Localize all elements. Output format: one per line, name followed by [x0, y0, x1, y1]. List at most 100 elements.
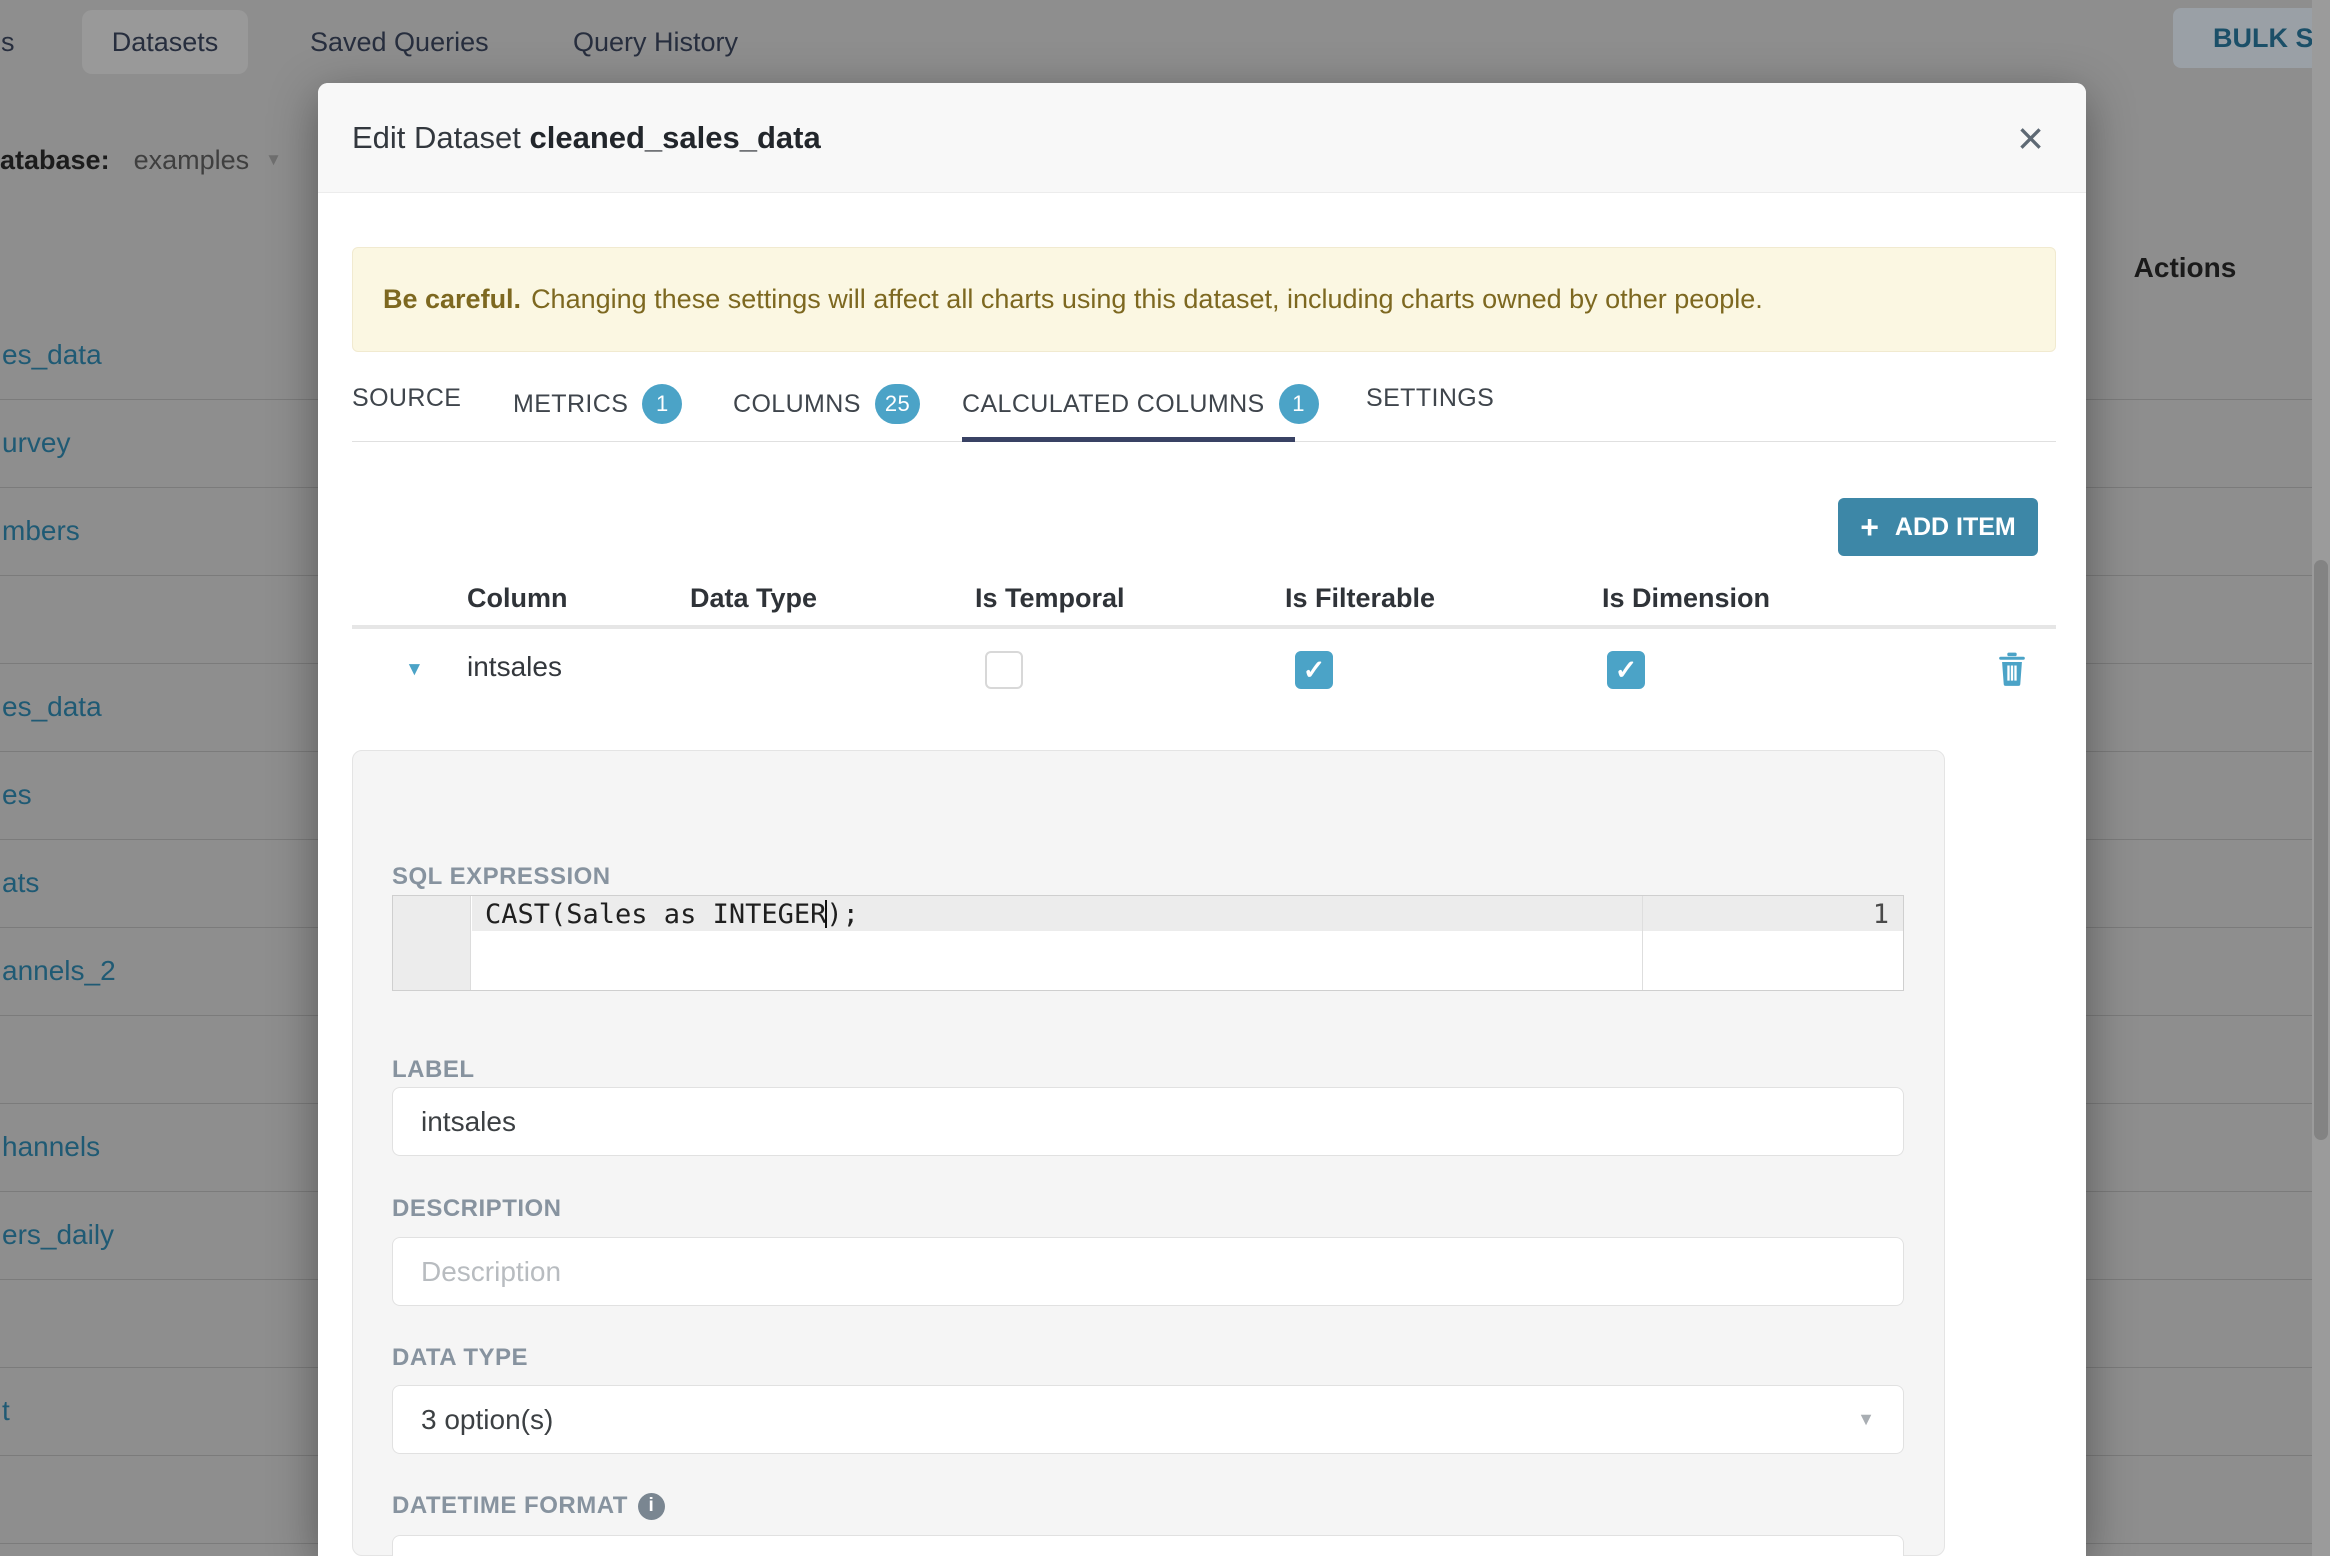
row-divider: [0, 927, 318, 928]
nav-tab-saved-queries[interactable]: Saved Queries: [310, 0, 489, 84]
nav-tab-partial[interactable]: es: [0, 0, 15, 84]
sql-editor[interactable]: 1 CAST(Sales as INTEGER);: [392, 895, 1904, 991]
field-label-text: LABEL: [392, 1056, 475, 1083]
dataset-link[interactable]: ers_daily: [2, 1215, 114, 1255]
dataset-link[interactable]: es: [2, 775, 32, 815]
column-header-column: Column: [467, 583, 568, 613]
field-label-text: SQL EXPRESSION: [392, 863, 611, 890]
field-label-text: DATA TYPE: [392, 1344, 529, 1371]
plus-icon: +: [1860, 509, 1879, 545]
dataset-link[interactable]: annels_2: [2, 951, 116, 991]
datetime-format-input[interactable]: [392, 1535, 1904, 1556]
field-label-text: DATETIME FORMAT: [392, 1492, 628, 1519]
actions-column-header: Actions: [2133, 252, 2237, 283]
row-divider: [0, 1015, 318, 1016]
row-divider: [2086, 1103, 2312, 1104]
row-divider: [2086, 487, 2312, 488]
warning-text: Changing these settings will affect all …: [531, 284, 1763, 314]
is-dimension-checkbox[interactable]: ✓: [1607, 651, 1645, 689]
sql-code: CAST(Sales as INTEGER);: [485, 899, 859, 930]
column-name: intsales: [467, 651, 562, 682]
database-filter[interactable]: atabase: examples ▼: [0, 142, 282, 178]
collapse-caret-icon[interactable]: ▼: [405, 659, 424, 681]
dataset-link[interactable]: es_data: [2, 687, 102, 727]
tab-label: SETTINGS: [1366, 384, 1495, 412]
info-icon[interactable]: i: [637, 1492, 665, 1520]
tab-label: COLUMNS: [733, 389, 861, 418]
row-divider: [0, 1103, 318, 1104]
table-header-rule: [352, 625, 2056, 629]
tab-columns[interactable]: COLUMNS 25: [733, 384, 921, 424]
row-divider: [2086, 751, 2312, 752]
tab-label: CALCULATED COLUMNS: [962, 389, 1265, 418]
add-item-button[interactable]: + ADD ITEM: [1838, 498, 2038, 556]
row-divider: [0, 1279, 318, 1280]
datetime-format-field-label: DATETIME FORMAT i: [392, 1492, 665, 1520]
chevron-down-icon: ▼: [1857, 1409, 1875, 1429]
nav-tab-query-history[interactable]: Query History: [573, 0, 738, 84]
warning-banner: Be careful. Changing these settings will…: [352, 247, 2056, 352]
database-label: atabase:: [0, 144, 110, 175]
data-type-select[interactable]: 3 option(s) ▼: [392, 1385, 1904, 1454]
screen: es Datasets Saved Queries Query History …: [0, 0, 2330, 1556]
modal-title-dataset-name: cleaned_sales_data: [529, 119, 821, 155]
bulk-select-button[interactable]: BULK SELE: [2173, 8, 2330, 68]
calculated-column-detail-panel: SQL EXPRESSION 1 CAST(Sales as INTEGER);…: [352, 750, 1945, 1556]
row-divider: [0, 1543, 318, 1544]
tab-calculated-columns[interactable]: CALCULATED COLUMNS 1: [962, 384, 1319, 424]
sql-expression-label: SQL EXPRESSION: [392, 863, 611, 891]
row-divider: [2086, 1191, 2312, 1192]
calculated-column-row: ▼ intsales ✓ ✓: [318, 639, 2086, 705]
tab-settings[interactable]: SETTINGS: [1366, 384, 1494, 413]
label-input[interactable]: [392, 1087, 1904, 1156]
column-header-is-temporal: Is Temporal: [975, 583, 1125, 613]
row-divider: [2086, 927, 2312, 928]
row-divider: [0, 1191, 318, 1192]
dataset-link[interactable]: es_data: [2, 335, 102, 375]
row-divider: [2086, 575, 2312, 576]
row-divider: [0, 663, 318, 664]
dataset-link[interactable]: hannels: [2, 1127, 100, 1167]
row-divider: [0, 839, 318, 840]
row-divider: [2086, 1015, 2312, 1016]
page-scrollbar[interactable]: [2312, 0, 2330, 1556]
modal-tabs: SOURCE METRICS 1 COLUMNS 25 CALCULATED C…: [318, 370, 2086, 445]
row-divider: [2086, 839, 2312, 840]
editor-gutter: [393, 896, 471, 990]
is-filterable-checkbox[interactable]: ✓: [1295, 651, 1333, 689]
nav-tab-datasets[interactable]: Datasets: [82, 10, 248, 74]
warning-bold: Be careful.: [383, 284, 522, 314]
delete-icon[interactable]: [1998, 652, 2026, 686]
is-temporal-checkbox[interactable]: [985, 651, 1023, 689]
row-divider: [2086, 663, 2312, 664]
tab-label: SOURCE: [352, 384, 462, 412]
dataset-link[interactable]: urvey: [2, 423, 70, 463]
active-tab-underline: [962, 437, 1295, 442]
row-divider: [0, 1367, 318, 1368]
description-input[interactable]: [392, 1237, 1904, 1306]
text-cursor: [825, 900, 827, 928]
tab-source[interactable]: SOURCE: [352, 384, 461, 413]
metrics-count-badge: 1: [642, 384, 683, 424]
database-value: examples: [133, 144, 250, 175]
modal-header: Edit Dataset cleaned_sales_data ×: [318, 83, 2086, 193]
calculated-columns-count-badge: 1: [1278, 384, 1319, 424]
tab-metrics[interactable]: METRICS 1: [513, 384, 683, 424]
row-divider: [0, 399, 318, 400]
label-field-label: LABEL: [392, 1056, 475, 1084]
row-divider: [2086, 1367, 2312, 1368]
scrollbar-thumb[interactable]: [2314, 560, 2328, 1140]
dataset-link[interactable]: ats: [2, 863, 39, 903]
row-divider: [0, 751, 318, 752]
columns-count-badge: 25: [874, 384, 921, 424]
dataset-link[interactable]: t: [2, 1391, 10, 1431]
row-divider: [2086, 399, 2312, 400]
line-number: 1: [1872, 899, 1889, 930]
row-divider: [2086, 1543, 2312, 1544]
chevron-down-icon: ▼: [265, 150, 282, 169]
close-icon[interactable]: ×: [2017, 115, 2044, 161]
row-divider: [2086, 1279, 2312, 1280]
modal-title: Edit Dataset cleaned_sales_data: [352, 120, 821, 156]
modal-title-prefix: Edit Dataset: [352, 119, 530, 155]
dataset-link[interactable]: mbers: [2, 511, 80, 551]
